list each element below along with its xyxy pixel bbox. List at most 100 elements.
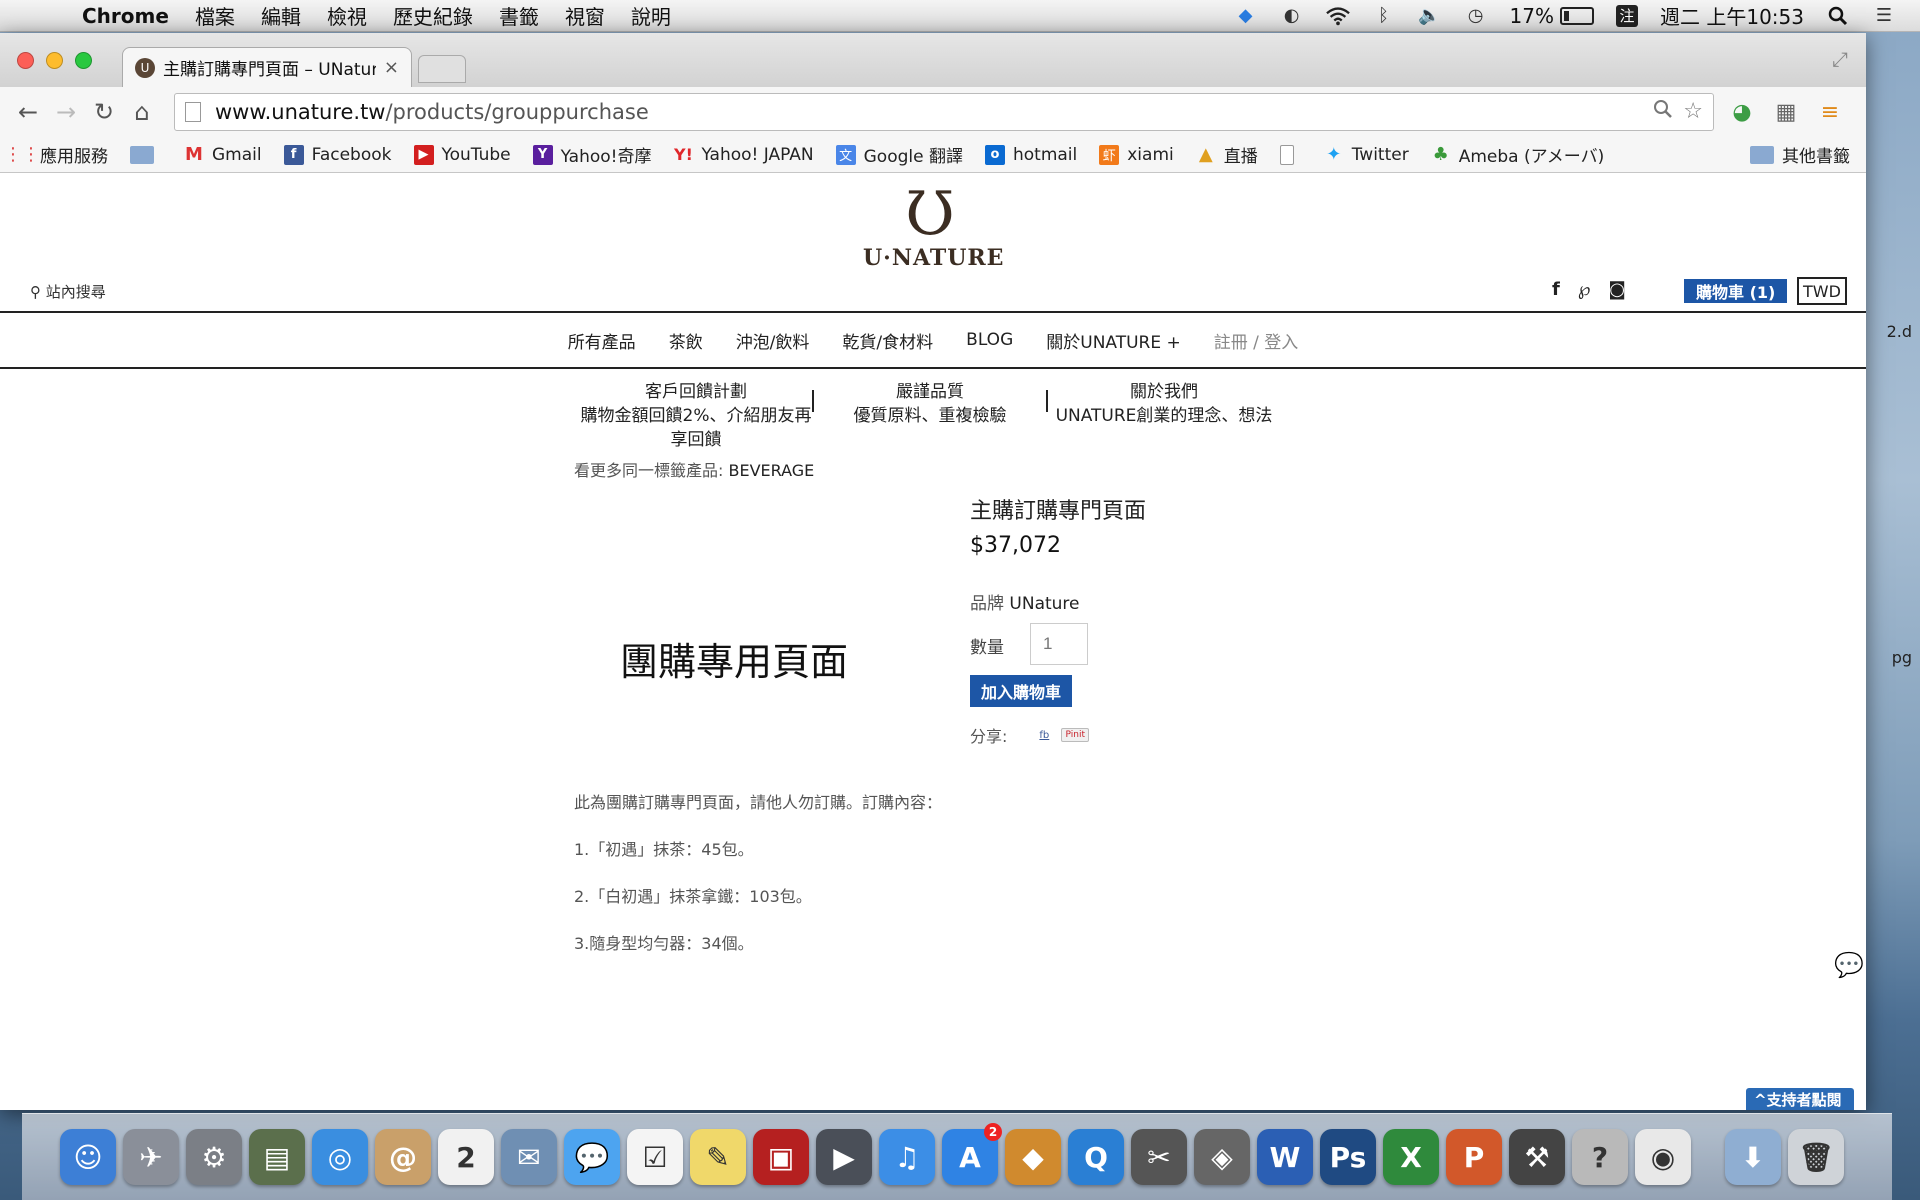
chat-icon[interactable]: 💬 <box>1834 951 1864 979</box>
promo-about-us[interactable]: 關於我們 UNATURE創業的理念、想法 <box>1048 380 1280 452</box>
stickies-icon[interactable]: ✎ <box>690 1129 746 1185</box>
pinterest-icon[interactable]: ℘ <box>1578 279 1591 300</box>
facebook-icon[interactable]: f <box>1552 279 1560 300</box>
address-bar[interactable]: www.unature.tw /products/grouppurchase ☆ <box>174 93 1714 131</box>
itunes-icon[interactable]: ♫ <box>879 1129 935 1185</box>
help-icon[interactable]: ? <box>1572 1129 1628 1185</box>
nav-dry-goods[interactable]: 乾貨/食材料 <box>842 328 933 353</box>
bookmark-ameba[interactable]: ♣ Ameba (アメーバ) <box>1431 142 1605 167</box>
bookmark-star-icon[interactable]: ☆ <box>1683 99 1703 125</box>
zoom-window-button[interactable] <box>75 52 92 69</box>
extension-icon[interactable]: ◕ <box>1726 96 1758 128</box>
other-bookmarks[interactable]: 其他書籤 <box>1750 142 1850 167</box>
bookmark-hotmail[interactable]: o hotmail <box>984 144 1077 165</box>
chrome-menu-icon[interactable]: ≡ <box>1814 96 1846 128</box>
bookmark-apps[interactable]: ⋮⋮ 應用服務 <box>4 142 108 167</box>
currency-selector[interactable]: TWD <box>1797 277 1847 305</box>
keynote-icon[interactable]: ◆ <box>1005 1129 1061 1185</box>
safari-icon[interactable]: ◎ <box>312 1129 368 1185</box>
menu-window[interactable]: 視窗 <box>565 1 605 30</box>
fullscreen-icon[interactable]: ⤢ <box>1832 47 1848 71</box>
tag-link[interactable]: BEVERAGE <box>729 461 815 480</box>
nav-tea[interactable]: 茶飲 <box>669 328 703 353</box>
time-machine-icon[interactable]: ◷ <box>1464 5 1488 27</box>
tab-active[interactable]: U 主購訂購專門頁面 – UNature × <box>122 47 412 87</box>
menu-bookmarks[interactable]: 書籤 <box>499 1 539 30</box>
add-to-cart-button[interactable]: 加入購物車 <box>970 675 1073 707</box>
dropbox-icon[interactable]: ◆ <box>1234 5 1258 27</box>
support-tab-button[interactable]: ^支持者點閱 <box>1746 1088 1854 1110</box>
app-store-icon[interactable]: A2 <box>942 1123 1002 1185</box>
menu-view[interactable]: 檢視 <box>327 1 367 30</box>
bookmark-folder[interactable] <box>130 145 162 164</box>
mail-icon[interactable]: ✉ <box>501 1129 557 1185</box>
desktop-file-label[interactable]: pg <box>1892 648 1912 667</box>
bluetooth-icon[interactable]: ᛒ <box>1372 5 1396 27</box>
forward-icon[interactable]: → <box>48 94 84 130</box>
quantity-input[interactable] <box>1030 623 1088 665</box>
back-icon[interactable]: ← <box>10 94 46 130</box>
bookmark-gmail[interactable]: M Gmail <box>184 144 262 165</box>
photoshop-icon[interactable]: Ps <box>1320 1129 1376 1185</box>
facebook-share-icon[interactable]: fb <box>1039 730 1049 741</box>
menu-file[interactable]: 檔案 <box>195 1 235 30</box>
wifi-icon[interactable] <box>1325 5 1350 27</box>
bookmark-page[interactable] <box>1279 144 1302 165</box>
quicktime-icon[interactable]: Q <box>1068 1129 1124 1185</box>
menu-edit[interactable]: 編輯 <box>261 1 301 30</box>
nav-register-login[interactable]: 註冊 / 登入 <box>1214 328 1299 353</box>
site-search-link[interactable]: ⚲ 站內搜尋 <box>30 281 106 302</box>
messages-icon[interactable]: 💬 <box>564 1129 620 1185</box>
reminders-icon[interactable]: ☑ <box>627 1129 683 1185</box>
bookmark-twitter[interactable]: ✦ Twitter <box>1324 144 1409 165</box>
bookmark-google-translate[interactable]: 文 Google 翻譯 <box>835 142 963 167</box>
nav-all-products[interactable]: 所有產品 <box>568 328 636 353</box>
tab-close-icon[interactable]: × <box>384 57 399 78</box>
pinterest-share-button[interactable]: Pinit <box>1061 728 1090 742</box>
final-cut-icon[interactable]: ✂ <box>1131 1129 1187 1185</box>
product-image[interactable]: 團購專用頁面 <box>574 493 894 823</box>
nav-blog[interactable]: BLOG <box>966 330 1013 350</box>
image-capture-icon[interactable]: ▤ <box>249 1129 305 1185</box>
chrome-icon[interactable]: ◉ <box>1635 1129 1691 1185</box>
bookmark-yahoo-japan[interactable]: Y! Yahoo! JAPAN <box>674 145 814 165</box>
promo-rewards[interactable]: 客戶回饋計劃 購物金額回饋2%、介紹朋友再享回饋 <box>580 380 812 452</box>
nav-about[interactable]: 關於UNATURE + <box>1046 328 1181 353</box>
word-icon[interactable]: W <box>1257 1129 1313 1185</box>
input-method-icon[interactable]: 注 <box>1616 4 1638 27</box>
xcode-tools-icon[interactable]: ⚒ <box>1509 1129 1565 1185</box>
minimize-window-button[interactable] <box>46 52 63 69</box>
nav-drinks[interactable]: 沖泡/飲料 <box>736 328 810 353</box>
downloads-folder-icon[interactable]: ⬇ <box>1725 1129 1781 1185</box>
promo-quality[interactable]: 嚴謹品質 優質原料、重複檢驗 <box>814 380 1046 452</box>
cart-button[interactable]: 購物車 (1) <box>1684 279 1788 303</box>
site-logo[interactable]: Ʊ U·NATURE <box>863 183 1003 271</box>
trash-icon[interactable]: 🗑 <box>1788 1129 1844 1185</box>
script-editor-icon[interactable]: ◈ <box>1194 1129 1250 1185</box>
instagram-icon[interactable]: ◙ <box>1608 279 1625 300</box>
photo-booth-icon[interactable]: ▣ <box>753 1129 809 1185</box>
calendar-icon[interactable]: 2 <box>438 1129 494 1185</box>
reload-icon[interactable]: ↻ <box>86 94 122 130</box>
facetime-icon[interactable]: ▶ <box>816 1129 872 1185</box>
bookmark-facebook[interactable]: f Facebook <box>283 144 392 165</box>
bookmark-yahoo-kimo[interactable]: Y Yahoo!奇摩 <box>532 142 652 167</box>
menubar-clock[interactable]: 週二 上午10:53 <box>1660 1 1804 30</box>
spotlight-search-icon[interactable] <box>1826 5 1850 27</box>
search-icon[interactable] <box>1653 99 1673 125</box>
menu-history[interactable]: 歷史紀錄 <box>393 1 473 30</box>
battery-indicator[interactable]: 17% <box>1510 4 1594 28</box>
app-name-menu[interactable]: Chrome <box>82 4 169 28</box>
desktop-file-label[interactable]: 2.d <box>1887 322 1912 341</box>
new-tab-button[interactable] <box>418 55 466 83</box>
excel-icon[interactable]: X <box>1383 1129 1439 1185</box>
headphone-icon[interactable]: ◐ <box>1280 5 1304 27</box>
bookmark-youtube[interactable]: ▶ YouTube <box>413 144 511 165</box>
volume-icon[interactable]: 🔈 <box>1418 5 1442 27</box>
powerpoint-icon[interactable]: P <box>1446 1129 1502 1185</box>
system-preferences-icon[interactable]: ⚙ <box>186 1129 242 1185</box>
notification-center-icon[interactable]: ☰ <box>1872 5 1896 27</box>
extension-grid-icon[interactable]: ▦ <box>1770 96 1802 128</box>
close-window-button[interactable] <box>17 52 34 69</box>
bookmark-xiami[interactable]: 虾 xiami <box>1099 144 1174 165</box>
